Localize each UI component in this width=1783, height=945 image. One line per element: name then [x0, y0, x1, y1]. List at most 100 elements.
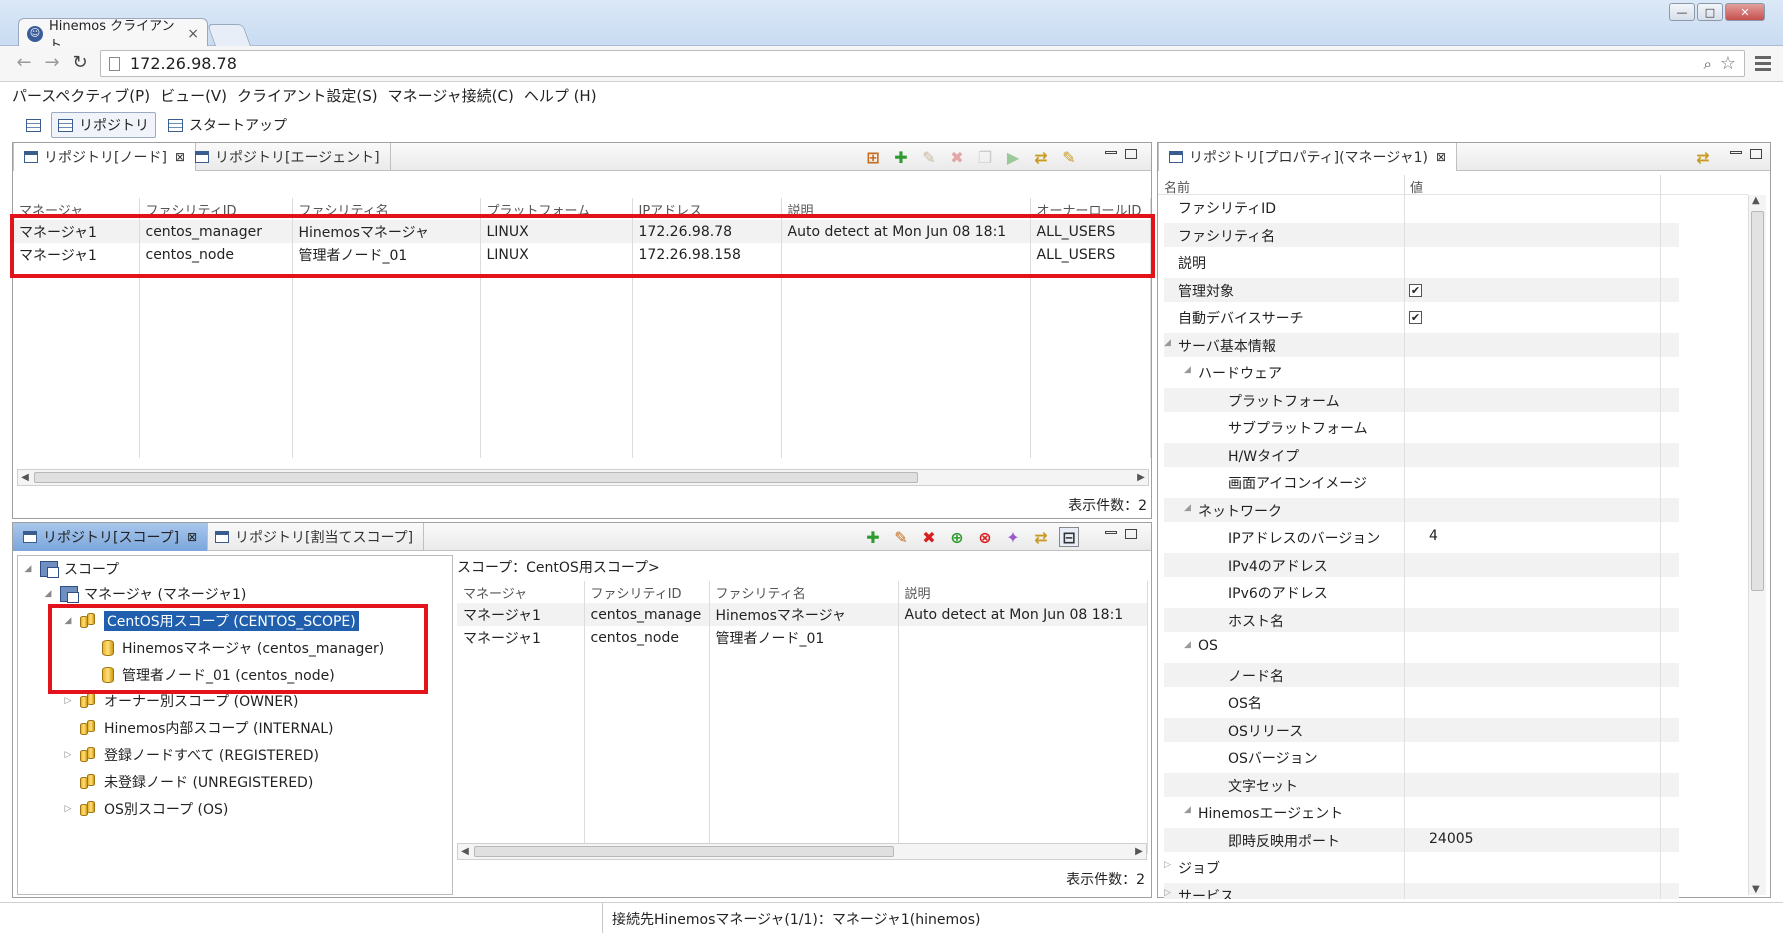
tree-toggle-icon[interactable]: ⊟ — [1059, 527, 1079, 547]
checkbox[interactable]: ✔ — [1409, 311, 1422, 324]
url-bar[interactable]: 172.26.98.78 ⌕ ☆ — [100, 50, 1745, 77]
property-row[interactable]: ファシリティID — [1164, 195, 1679, 219]
search-node-icon[interactable]: ⊞ — [863, 147, 883, 167]
column-header[interactable]: プラットフォーム — [480, 198, 633, 220]
property-row[interactable]: ▷ サービス — [1164, 882, 1679, 899]
browser-tab[interactable]: ☺ Hinemos クライアント × — [18, 18, 208, 53]
forward-icon[interactable]: → — [42, 54, 62, 74]
property-row[interactable]: H/Wタイプ — [1164, 442, 1679, 467]
column-header[interactable]: マネージャ — [13, 198, 140, 220]
release-node-icon[interactable]: ⊗ — [975, 527, 995, 547]
back-icon[interactable]: ← — [14, 54, 34, 74]
tree-node-centos-scope[interactable]: ◢ CentOS用スコープ (CENTOS_SCOPE) — [62, 610, 359, 632]
reload-icon[interactable]: ↻ — [70, 54, 90, 74]
property-row[interactable]: ◢ Hinemosエージェント — [1164, 800, 1679, 824]
checkbox[interactable]: ✔ — [1409, 283, 1422, 297]
scroll-thumb[interactable] — [474, 846, 894, 857]
minimize-button[interactable]: — — [1669, 3, 1695, 21]
property-row[interactable]: IPアドレスのバージョン 4 — [1164, 525, 1679, 549]
column-header[interactable]: 説明 — [781, 198, 1031, 220]
close-icon[interactable]: ⊠ — [187, 530, 197, 544]
copy-icon[interactable]: ❐ — [975, 147, 995, 167]
property-row[interactable]: OS名 — [1164, 690, 1679, 714]
column-header-name[interactable]: 名前 — [1164, 177, 1190, 196]
collapse-icon[interactable]: ▷ — [62, 804, 74, 814]
minimize-view-icon[interactable] — [1105, 151, 1117, 154]
column-header-value[interactable]: 値 — [1410, 177, 1423, 196]
maximize-view-icon[interactable] — [1750, 149, 1762, 159]
column-header[interactable]: マネージャ — [457, 581, 585, 603]
property-row[interactable]: OSバージョン — [1164, 745, 1679, 769]
scroll-up-icon[interactable]: ▲ — [1752, 195, 1760, 206]
edit-icon[interactable]: ✎ — [919, 147, 939, 167]
property-row[interactable]: サブプラットフォーム — [1164, 415, 1679, 439]
connect-icon[interactable]: ✎ — [1059, 147, 1079, 167]
property-value[interactable]: 24005 — [1429, 831, 1474, 847]
bookmark-star-icon[interactable]: ☆ — [1720, 53, 1736, 74]
refresh-icon[interactable]: ⇄ — [1693, 147, 1713, 167]
tree-node-hinemos-manager[interactable]: Hinemosマネージャ (centos_manager) — [102, 637, 384, 659]
run-icon[interactable]: ▶ — [1003, 147, 1023, 167]
collapse-icon[interactable]: ▷ — [1164, 888, 1171, 898]
table-row[interactable]: マネージャ1 centos_manage Hinemosマネージャ Auto d… — [457, 603, 1148, 626]
collapse-icon[interactable]: ▷ — [62, 750, 74, 760]
column-header[interactable]: オーナーロールID — [1030, 198, 1151, 220]
tree-node-os[interactable]: ▷ OS別スコープ (OS) — [62, 798, 228, 820]
close-window-button[interactable]: ✕ — [1725, 3, 1765, 21]
scroll-left-icon[interactable]: ◀ — [18, 470, 32, 485]
tree-node-registered[interactable]: ▷ 登録ノードすべて (REGISTERED) — [62, 744, 319, 766]
scroll-thumb[interactable] — [1751, 211, 1764, 591]
sort-icon[interactable]: ✦ — [1003, 527, 1023, 547]
tree-node-manager[interactable]: ◢ マネージャ (マネージャ1) — [42, 583, 246, 605]
menu-view[interactable]: ビュー(V) — [160, 85, 227, 106]
assign-node-icon[interactable]: ⊕ — [947, 527, 967, 547]
tree-node-internal[interactable]: Hinemos内部スコープ (INTERNAL) — [80, 717, 334, 739]
property-row[interactable]: プラットフォーム — [1164, 387, 1679, 412]
column-header[interactable]: ファシリティ名 — [292, 198, 481, 220]
scroll-right-icon[interactable]: ▶ — [1134, 470, 1148, 485]
property-row[interactable]: 管理対象 ✔ — [1164, 277, 1679, 302]
delete-icon[interactable]: ✖ — [919, 527, 939, 547]
property-row[interactable]: ▷ ジョブ — [1164, 855, 1679, 879]
property-row[interactable]: 自動デバイスサーチ ✔ — [1164, 305, 1679, 329]
perspective-startup[interactable]: スタートアップ — [162, 112, 293, 138]
property-row[interactable]: ノード名 — [1164, 662, 1679, 687]
tab-scope[interactable]: リポジトリ[スコープ] ⊠ — [13, 523, 209, 551]
expand-icon[interactable]: ◢ — [22, 564, 34, 574]
perspective-repository[interactable]: リポジトリ — [51, 112, 156, 138]
table-row[interactable]: マネージャ1 centos_node 管理者ノード_01 LINUX 172.2… — [13, 243, 1151, 266]
property-vscrollbar[interactable]: ▲ ▼ — [1748, 195, 1766, 895]
maximize-button[interactable]: □ — [1697, 3, 1723, 21]
expand-icon[interactable]: ◢ — [1184, 365, 1191, 375]
expand-icon[interactable]: ◢ — [1184, 805, 1191, 815]
scroll-down-icon[interactable]: ▼ — [1752, 884, 1760, 895]
delete-icon[interactable]: ✖ — [947, 147, 967, 167]
tree-node-owner[interactable]: ▷ オーナー別スコープ (OWNER) — [62, 690, 298, 712]
expand-icon[interactable]: ◢ — [42, 589, 54, 599]
column-header[interactable]: 説明 — [898, 581, 1148, 603]
tab-close-icon[interactable]: × — [187, 26, 199, 42]
refresh-icon[interactable]: ⇄ — [1031, 147, 1051, 167]
table-row[interactable]: マネージャ1 centos_manager Hinemosマネージャ LINUX… — [13, 220, 1151, 243]
property-row[interactable]: ◢ ハードウェア — [1164, 360, 1679, 384]
collapse-icon[interactable]: ▷ — [1164, 860, 1171, 870]
property-row[interactable]: IPv4のアドレス — [1164, 552, 1679, 577]
minimize-view-icon[interactable] — [1730, 151, 1742, 154]
tab-property[interactable]: リポジトリ[プロパティ](マネージャ1) ⊠ — [1158, 143, 1457, 171]
property-row[interactable]: ◢ OS — [1164, 635, 1679, 659]
node-hscrollbar[interactable]: ◀ ▶ — [17, 469, 1149, 486]
table-row[interactable]: マネージャ1 centos_node 管理者ノード_01 — [457, 626, 1148, 649]
tree-node-unregistered[interactable]: 未登録ノード (UNREGISTERED) — [80, 771, 313, 793]
add-icon[interactable]: ✚ — [891, 147, 911, 167]
property-row[interactable]: OSリリース — [1164, 717, 1679, 742]
property-row[interactable]: 即時反映用ポート 24005 — [1164, 827, 1679, 852]
minimize-view-icon[interactable] — [1105, 531, 1117, 534]
expand-icon[interactable]: ◢ — [1184, 640, 1191, 650]
property-row[interactable]: ファシリティ名 — [1164, 222, 1679, 247]
column-header[interactable]: ファシリティ名 — [709, 581, 899, 603]
new-tab-button[interactable] — [206, 24, 252, 46]
column-header[interactable]: IPアドレス — [632, 198, 782, 220]
property-row[interactable]: 文字セット — [1164, 772, 1679, 797]
close-icon[interactable]: ⊠ — [175, 150, 185, 164]
scope-hscrollbar[interactable]: ◀ ▶ — [457, 843, 1147, 860]
